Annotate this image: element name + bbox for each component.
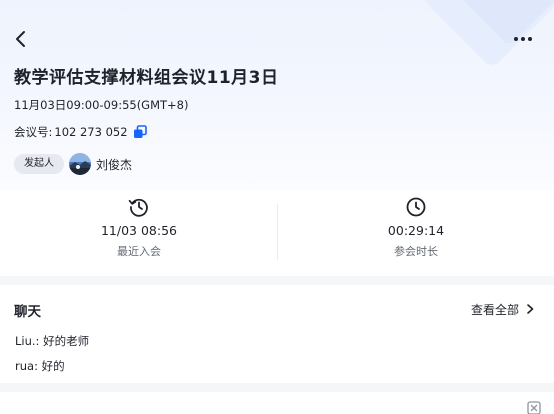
stat-duration: 00:29:14 参会时长	[316, 196, 516, 270]
initiator-row: 发起人 刘俊杰	[14, 153, 132, 175]
meeting-id-label: 会议号:	[14, 125, 53, 139]
section-separator	[0, 383, 554, 392]
chat-title: 聊天	[14, 304, 41, 320]
stat-duration-label: 参会时长	[394, 245, 438, 258]
meeting-header: 教学评估支撑材料组会议11月3日 11月03日09:00-09:55(GMT+8…	[0, 0, 554, 190]
history-icon	[128, 198, 148, 217]
clock-icon	[406, 197, 426, 217]
stat-last-join-label: 最近入会	[117, 245, 161, 258]
chat-sender: rua:	[15, 359, 38, 373]
view-all-label: 查看全部	[471, 302, 520, 317]
stat-duration-value: 00:29:14	[387, 223, 445, 238]
chat-sender: Liu.:	[15, 334, 40, 348]
chat-text: 好的老师	[43, 334, 90, 348]
more-icon[interactable]	[510, 30, 536, 48]
chat-message[interactable]: Liu.: 好的老师	[15, 333, 89, 349]
meeting-stats: 11/03 08:56 最近入会 00:29:14 参会时长	[0, 190, 554, 276]
stat-last-join-value: 11/03 08:56	[100, 223, 178, 238]
meeting-detail-page: 教学评估支撑材料组会议11月3日 11月03日09:00-09:55(GMT+8…	[0, 0, 554, 414]
meeting-title: 教学评估支撑材料组会议11月3日	[14, 68, 279, 88]
view-all-button[interactable]: 查看全部	[471, 300, 536, 318]
copy-icon[interactable]	[133, 125, 147, 139]
back-icon[interactable]	[10, 28, 32, 50]
chat-text: 好的	[41, 359, 65, 373]
meeting-time: 11月03日09:00-09:55(GMT+8)	[14, 98, 189, 112]
meeting-id-row: 会议号: 102 273 052	[14, 123, 147, 141]
stat-divider	[277, 204, 278, 260]
meeting-id-value: 102 273 052	[54, 125, 128, 139]
stat-last-join: 11/03 08:56 最近入会	[39, 196, 239, 270]
chevron-right-icon	[527, 304, 534, 314]
chat-section: 聊天 查看全部 Liu.: 好的老师 rua: 好的	[0, 285, 554, 383]
chat-message[interactable]: rua: 好的	[15, 358, 65, 374]
initiator-badge: 发起人	[14, 154, 64, 174]
section-separator	[0, 276, 554, 285]
initiator-name[interactable]: 刘俊杰	[96, 156, 132, 173]
close-box-icon[interactable]	[527, 401, 541, 414]
avatar[interactable]	[69, 153, 91, 175]
